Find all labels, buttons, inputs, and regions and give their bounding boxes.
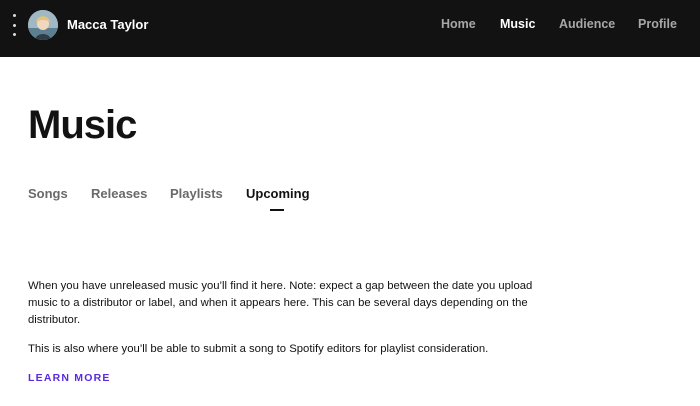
tab-upcoming[interactable]: Upcoming xyxy=(246,186,310,201)
nav-music[interactable]: Music xyxy=(500,17,535,31)
top-nav: Home Music Audience Profile xyxy=(0,17,700,35)
info-paragraph-2: This is also where you’ll be able to sub… xyxy=(28,343,489,355)
nav-home[interactable]: Home xyxy=(441,17,476,31)
learn-more-link[interactable]: LEARN MORE xyxy=(28,372,111,384)
tab-releases[interactable]: Releases xyxy=(91,186,147,201)
page-title: Music xyxy=(28,103,137,147)
top-navigation-bar: Macca Taylor Home Music Audience Profile xyxy=(0,0,700,57)
active-tab-indicator xyxy=(270,209,284,211)
nav-profile[interactable]: Profile xyxy=(638,17,677,31)
info-paragraph-1: When you have unreleased music you’ll fi… xyxy=(28,280,533,326)
upcoming-info: When you have unreleased music you’ll fi… xyxy=(28,278,548,358)
tab-playlists[interactable]: Playlists xyxy=(170,186,223,201)
nav-audience[interactable]: Audience xyxy=(559,17,615,31)
music-tabs: Songs Releases Playlists Upcoming xyxy=(0,186,700,216)
tab-songs[interactable]: Songs xyxy=(28,186,68,201)
